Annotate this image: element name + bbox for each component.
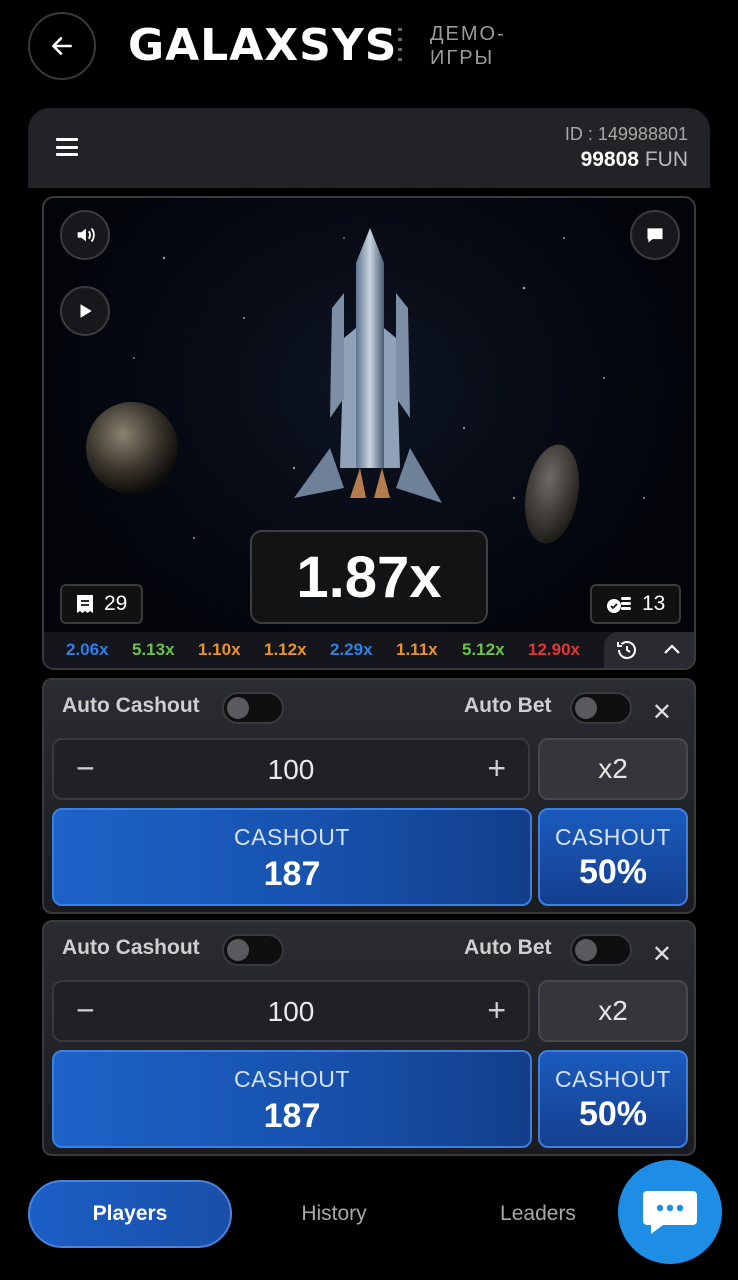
cashout-value: 187 [263,855,321,893]
close-icon[interactable]: ✕ [652,940,672,969]
cashout-value: 187 [263,1097,321,1135]
increase-button[interactable]: + [487,750,506,787]
balance-amount: 99808 [580,148,639,171]
history-tools [604,632,694,668]
bet-amount-stepper: − 100 + [52,980,530,1042]
chat-button[interactable] [630,210,680,260]
history-clock-icon[interactable] [615,638,639,662]
history-multiplier: 1.11x [396,640,438,659]
close-icon[interactable]: ✕ [652,698,672,727]
history-multiplier: 1.12x [264,640,307,659]
receipt-icon [77,595,93,613]
chevron-up-icon[interactable] [660,638,684,662]
bet-amount[interactable]: 100 [54,754,528,786]
cashout-half-button[interactable]: CASHOUT 50% [538,808,688,906]
cashout-half-button[interactable]: CASHOUT 50% [538,1050,688,1148]
balance: 99808 FUN [581,148,688,172]
history-multiplier: 1.10x [198,640,241,659]
cashout-half-value: 50% [578,1095,648,1133]
play-button[interactable] [60,286,110,336]
auto-cashout-label: Auto Cashout [62,936,200,959]
history-multiplier: 5.13x [132,640,175,659]
players-count-chip[interactable]: 13 [590,584,682,624]
tab-players[interactable]: Players [28,1180,232,1248]
chat-support-icon [643,1191,697,1234]
chat-bubble-icon [647,228,663,243]
players-count: 13 [642,592,666,615]
divider [398,28,402,68]
auto-cashout-toggle[interactable] [222,934,284,966]
auto-bet-label: Auto Bet [464,936,552,959]
history-multiplier: 2.06x [66,640,109,659]
increase-button[interactable]: + [487,992,506,1029]
bet-panel: Auto Cashout Auto Bet ✕ − 100 + x2 CASHO… [42,678,696,914]
auto-cashout-label: Auto Cashout [62,694,200,717]
cashout-button[interactable]: CASHOUT 187 [52,808,532,906]
demo-games-label: ДЕМО- ИГРЫ [430,22,506,70]
cashout-half-label: CASHOUT [555,824,671,850]
bet-amount-stepper: − 100 + [52,738,530,800]
speaker-icon [77,227,95,243]
bet-amount[interactable]: 100 [54,996,528,1028]
back-button[interactable] [28,12,96,80]
hamburger-menu-icon[interactable] [56,138,78,156]
cashout-half-value: 50% [578,853,648,891]
arrow-left-icon [52,37,72,55]
user-id: ID : 149988801 [564,124,688,144]
bets-count: 29 [104,592,128,615]
bet-panel: Auto Cashout Auto Bet ✕ − 100 + x2 CASHO… [42,920,696,1156]
auto-bet-label: Auto Bet [464,694,552,717]
bets-count-chip[interactable]: 29 [60,584,144,624]
auto-bet-toggle[interactable] [570,692,632,724]
cashout-half-label: CASHOUT [555,1066,671,1092]
account-bar: ID : 149988801 99808 FUN [28,108,710,188]
history-multiplier: 2.29x [330,640,373,659]
tab-history[interactable]: History [232,1180,436,1248]
history-multiplier: 12.90x [528,640,580,659]
multiplier-history-bar: 2.06x 5.13x 1.10x 1.12x 2.29x 1.11x 5.12x 12.90… [44,632,694,668]
current-multiplier: 1.87x [250,530,488,624]
demo-label-line1: ДЕМО- [430,23,506,45]
demo-label-line2: ИГРЫ [430,47,495,69]
history-list: 2.06x 5.13x 1.10x 1.12x 2.29x 1.11x 5.12x 12.90… [44,640,604,660]
double-bet-button[interactable]: x2 [538,980,688,1042]
support-chat-button[interactable] [618,1160,722,1264]
tab-leaders[interactable]: Leaders [436,1180,640,1248]
cashout-label: CASHOUT [234,824,350,850]
cashout-label: CASHOUT [234,1066,350,1092]
sound-toggle-button[interactable] [60,210,110,260]
history-multiplier: 5.12x [462,640,505,659]
game-area: 29 13 1.87x 2.06x 5.13x 1.10x 1.12x 2.29x 1.1… [42,196,696,670]
coins-icon [607,597,631,613]
auto-cashout-toggle[interactable] [222,692,284,724]
galaxsys-logo: GALAXSYS [128,20,398,71]
cashout-button[interactable]: CASHOUT 187 [52,1050,532,1148]
auto-bet-toggle[interactable] [570,934,632,966]
play-icon [80,304,92,318]
currency: FUN [644,148,688,171]
double-bet-button[interactable]: x2 [538,738,688,800]
